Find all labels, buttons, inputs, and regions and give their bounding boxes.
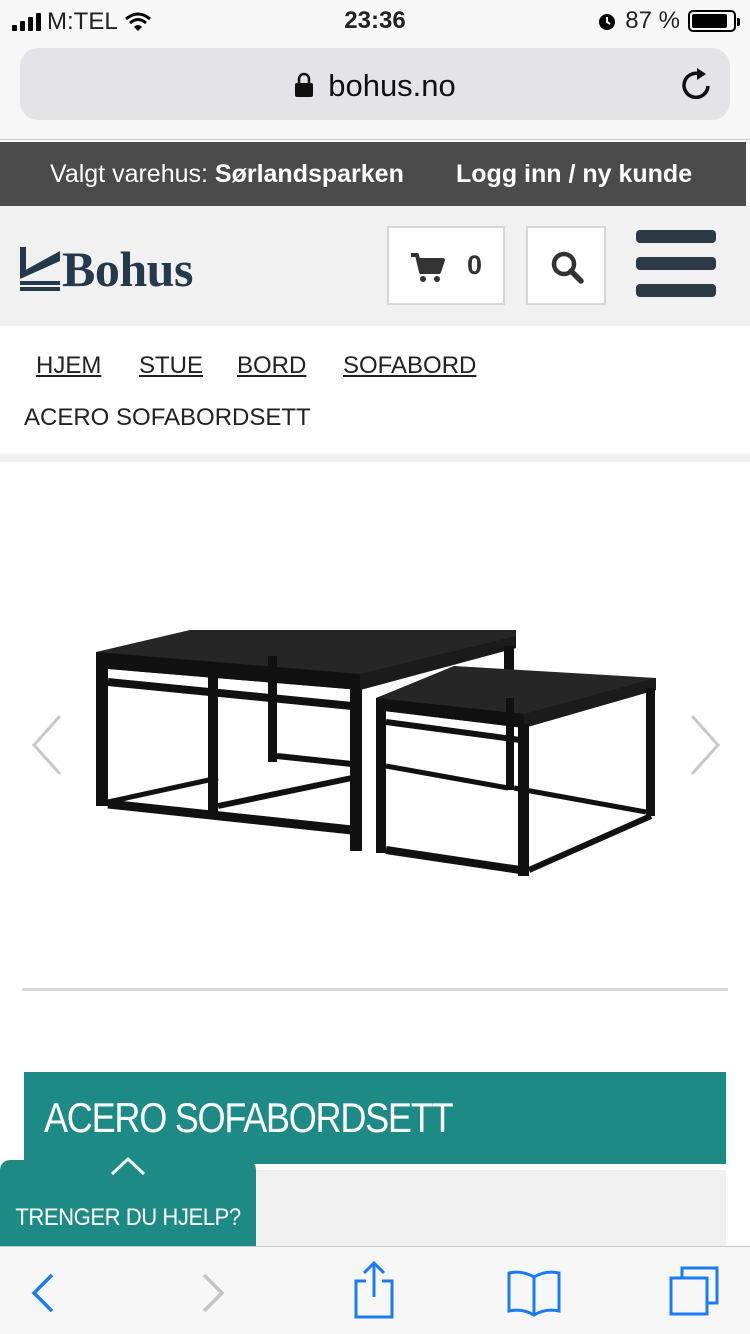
store-name: Sørlandsparken [214, 160, 404, 188]
browser-address-area: bohus.no [0, 40, 750, 140]
bohus-logo[interactable]: Bohus [20, 240, 193, 298]
cart-icon [411, 253, 445, 282]
gallery-divider [22, 988, 728, 991]
cart-button[interactable]: 0 [387, 226, 505, 305]
battery-percent: 87 % [625, 7, 680, 34]
selected-store[interactable]: Valgt varehus: Sørlandsparken [50, 160, 404, 189]
breadcrumb-link-stue[interactable]: STUE [139, 352, 203, 380]
site-header: Bohus 0 [0, 206, 750, 326]
hamburger-menu-icon[interactable] [636, 230, 716, 298]
breadcrumb-link-sofabord[interactable]: SOFABORD [343, 352, 476, 380]
url-text: bohus.no [328, 68, 456, 103]
store-prefix: Valgt varehus: [50, 160, 215, 188]
address-bar[interactable]: bohus.no [20, 48, 730, 120]
login-link[interactable]: Logg inn / ny kunde [456, 160, 692, 189]
browser-toolbar [0, 1246, 750, 1334]
logo-mark-icon [20, 247, 60, 291]
battery-info: 87 % [597, 7, 740, 35]
back-icon[interactable] [30, 1273, 56, 1313]
tabs-icon[interactable] [668, 1265, 720, 1317]
product-image[interactable] [90, 628, 660, 880]
breadcrumb-link-hjem[interactable]: HJEM [36, 352, 101, 380]
reload-icon[interactable] [680, 66, 714, 102]
store-bar: Valgt varehus: Sørlandsparken Logg inn /… [0, 142, 746, 206]
search-icon [551, 251, 584, 284]
lock-icon [295, 72, 314, 97]
chevron-up-icon [110, 1156, 146, 1176]
breadcrumb-current: ACERO SOFABORDSETT [24, 404, 311, 431]
chevron-left-icon[interactable] [28, 712, 64, 778]
chevron-right-icon[interactable] [688, 712, 724, 778]
share-icon[interactable] [353, 1261, 395, 1319]
breadcrumb: HJEM STUE BORD SOFABORD ACERO SOFABORDSE… [0, 326, 750, 462]
product-image-gallery [0, 470, 750, 990]
breadcrumb-link-bord[interactable]: BORD [237, 352, 306, 380]
logo-text: Bohus [62, 241, 193, 297]
help-tab[interactable]: TRENGER DU HJELP? [0, 1146, 256, 1250]
search-button[interactable] [526, 226, 606, 305]
help-label: TRENGER DU HJELP? [15, 1204, 241, 1231]
forward-icon[interactable] [200, 1273, 226, 1313]
bookmarks-icon[interactable] [506, 1269, 562, 1317]
cart-count: 0 [467, 250, 483, 280]
alarm-icon [599, 14, 616, 30]
battery-icon [688, 10, 740, 32]
product-title: ACERO SOFABORDSETT [44, 1094, 454, 1141]
ios-status-bar: M:TEL 23:36 87 % [0, 0, 750, 40]
